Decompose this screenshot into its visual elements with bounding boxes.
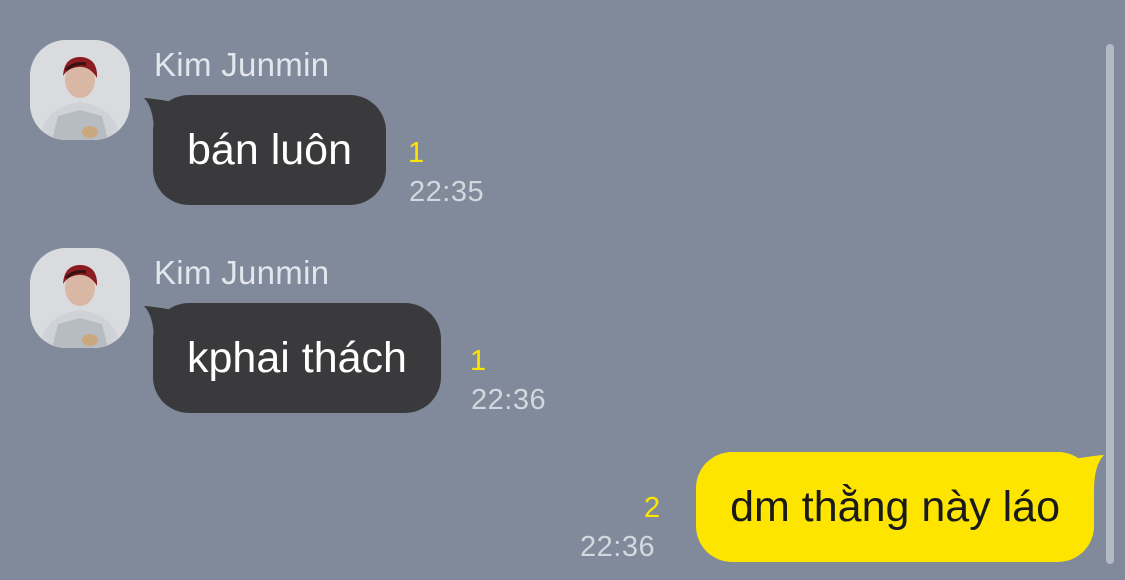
profile-photo-icon xyxy=(30,248,130,348)
message-time: 22:36 xyxy=(471,384,547,416)
message-bubble[interactable]: dm thằng này láo xyxy=(696,452,1094,562)
message-bubble[interactable]: bán luôn xyxy=(153,95,386,205)
avatar[interactable] xyxy=(30,248,130,348)
profile-photo-icon xyxy=(30,40,130,140)
chat-room[interactable]: Kim Junmin bán luôn 1 22:35 Kim Junmin k… xyxy=(0,0,1125,580)
sender-name: Kim Junmin xyxy=(154,46,330,83)
unread-count: 1 xyxy=(408,137,425,169)
unread-count: 2 xyxy=(644,492,661,524)
message-time: 22:35 xyxy=(409,176,485,208)
message-time: 22:36 xyxy=(580,531,656,563)
message-bubble[interactable]: kphai thách xyxy=(153,303,441,413)
sender-name: Kim Junmin xyxy=(154,254,330,291)
avatar[interactable] xyxy=(30,40,130,140)
unread-count: 1 xyxy=(470,345,487,377)
scrollbar[interactable] xyxy=(1106,44,1114,564)
